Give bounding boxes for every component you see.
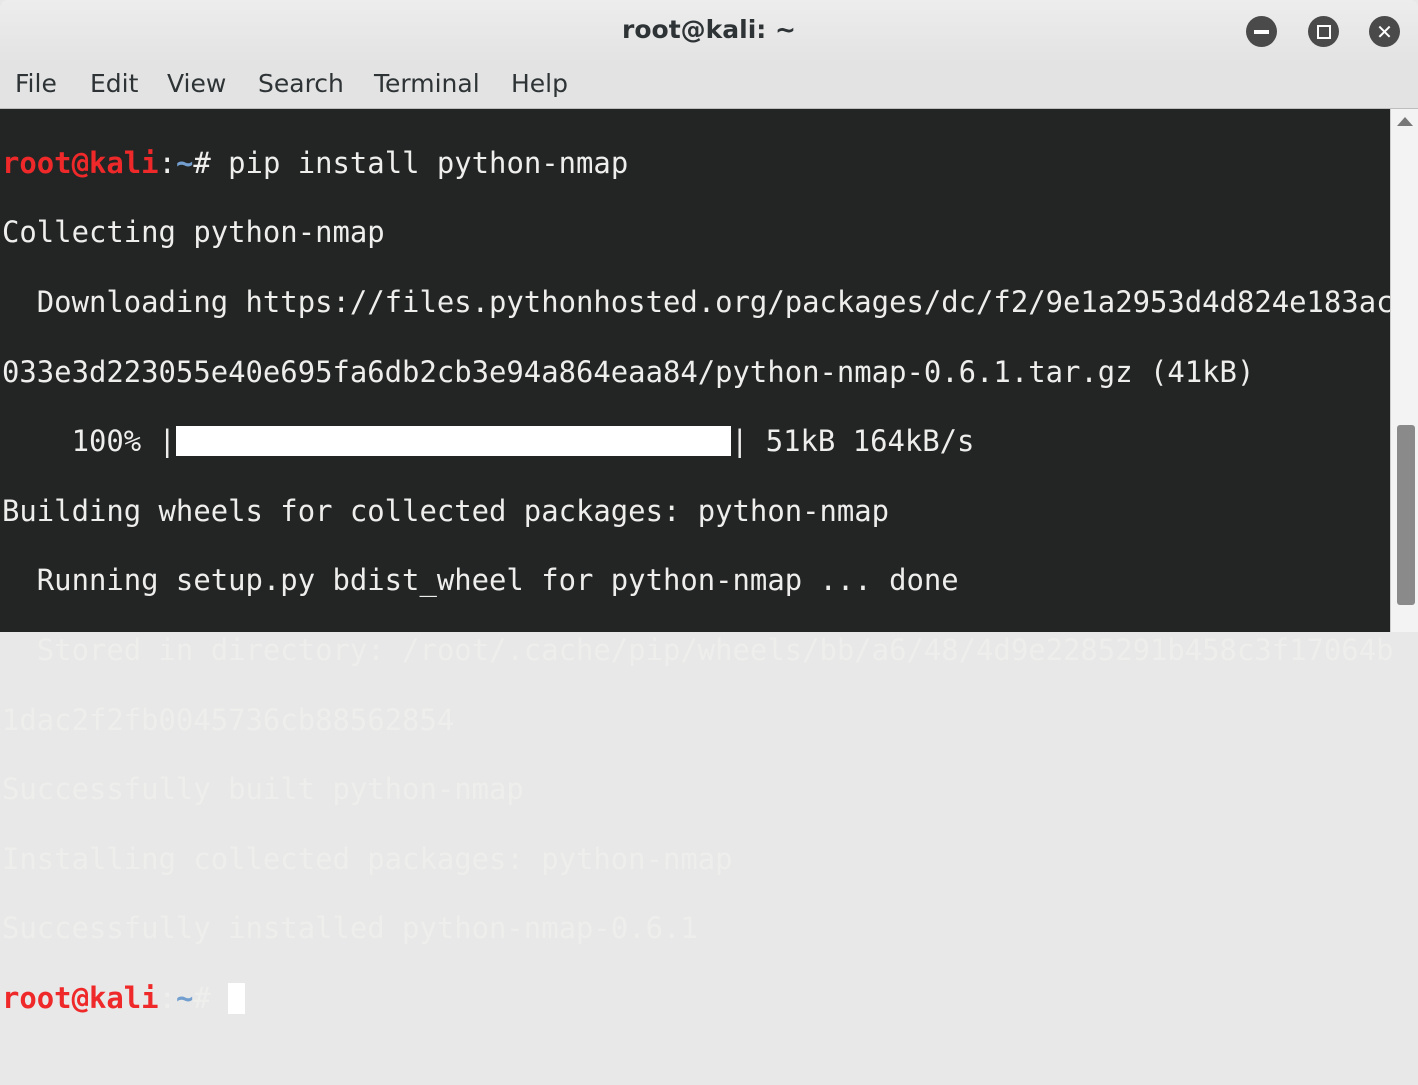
menu-search[interactable]: Search xyxy=(258,69,344,98)
output-line: Running setup.py bdist_wheel for python-… xyxy=(2,563,959,598)
maximize-button[interactable] xyxy=(1308,16,1339,47)
minimize-icon xyxy=(1254,29,1269,34)
output-line: Downloading https://files.pythonhosted.o… xyxy=(2,284,1394,319)
progress-bar xyxy=(175,426,731,457)
prompt-path: ~ xyxy=(175,980,194,1015)
prompt-sep: : xyxy=(158,145,176,180)
progress-line: 100% | | 51kB 164kB/s xyxy=(2,424,1394,459)
output-line: Building wheels for collected packages: … xyxy=(2,493,890,528)
menu-edit[interactable]: Edit xyxy=(90,69,138,98)
menu-help[interactable]: Help xyxy=(511,69,568,98)
output-line: Successfully built python-nmap xyxy=(2,772,524,807)
minimize-button[interactable] xyxy=(1246,16,1277,47)
progress-percent: 100% | xyxy=(2,424,176,459)
prompt-line: root@kali:~# xyxy=(2,981,1394,1016)
scrollbar[interactable] xyxy=(1390,109,1418,632)
prompt-user: root@kali xyxy=(2,145,159,180)
output-line: Collecting python-nmap xyxy=(2,215,385,250)
window-title: root@kali: ~ xyxy=(622,15,796,44)
close-button[interactable]: ✕ xyxy=(1369,16,1400,47)
menu-bar: File Edit View Search Terminal Help xyxy=(0,62,1418,109)
text-cursor xyxy=(228,982,246,1014)
command-text: pip install python-nmap xyxy=(228,145,629,180)
prompt-symbol: # xyxy=(193,145,229,180)
maximize-icon xyxy=(1316,24,1331,39)
menu-terminal[interactable]: Terminal xyxy=(374,69,480,98)
progress-stats: | 51kB 164kB/s xyxy=(730,424,975,459)
output-line: Installing collected packages: python-nm… xyxy=(2,841,733,876)
terminal-output[interactable]: root@kali:~# pip install python-nmap Col… xyxy=(0,109,1394,1015)
terminal-window: root@kali: ~ ✕ File Edit View Search Ter… xyxy=(0,0,1418,1015)
prompt-sep: : xyxy=(158,980,176,1015)
prompt-path: ~ xyxy=(175,145,194,180)
output-line: 1dac2f2fb0045736cb88562854 xyxy=(2,702,455,737)
title-bar[interactable]: root@kali: ~ ✕ xyxy=(0,0,1418,62)
prompt-symbol: # xyxy=(193,980,229,1015)
scrollbar-thumb[interactable] xyxy=(1397,425,1415,605)
scroll-up-arrow-icon[interactable] xyxy=(1397,117,1413,126)
command-line: root@kali:~# pip install python-nmap xyxy=(2,146,1394,181)
output-line: Stored in directory: /root/.cache/pip/wh… xyxy=(2,632,1394,667)
menu-file[interactable]: File xyxy=(15,69,57,98)
close-icon: ✕ xyxy=(1376,19,1393,44)
menu-view[interactable]: View xyxy=(167,69,226,98)
output-line: Successfully installed python-nmap-0.6.1 xyxy=(2,911,698,946)
prompt-user: root@kali xyxy=(2,980,159,1015)
output-line: 033e3d223055e40e695fa6db2cb3e94a864eaa84… xyxy=(2,354,1255,389)
